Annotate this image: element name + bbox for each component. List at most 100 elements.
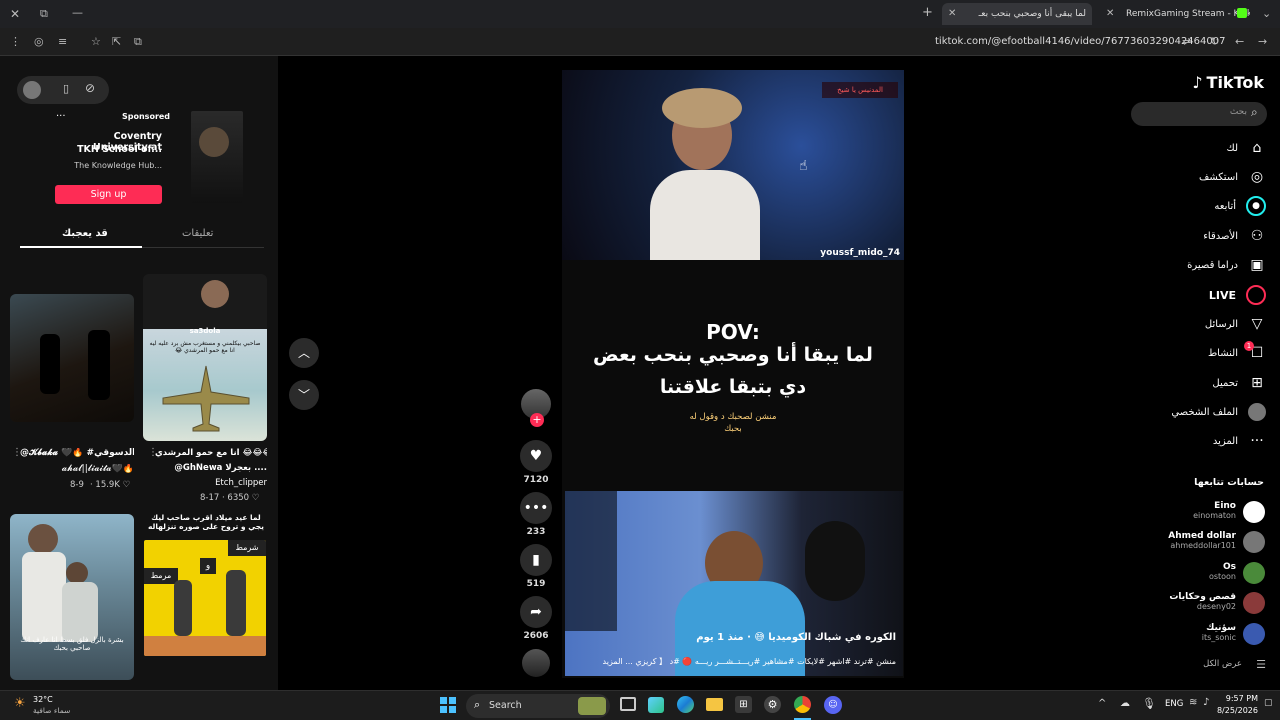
taskbar: ☀ 32°C سماء صافية ⌕ Search ⊞ ⚙ ☺ ^ ☁ 🎙 E… bbox=[0, 690, 1280, 720]
edge-icon[interactable] bbox=[677, 696, 694, 713]
account-eino[interactable]: Eino einomaton bbox=[1193, 501, 1236, 529]
forward-icon[interactable]: → bbox=[1258, 35, 1267, 49]
tab-kick[interactable]: ✕ RemixGaming Stream - Kick Da bbox=[1100, 3, 1250, 25]
search-input[interactable]: بحث bbox=[1217, 107, 1247, 117]
rec-thumb-3[interactable]: بشرة بالزل فلق بسط انا عارف انك صاحبي بح… bbox=[10, 514, 134, 680]
ad-menu-icon[interactable]: ··· bbox=[56, 111, 66, 122]
video-hashtags[interactable]: منشن #ترند #اشهر #لايكات #مشاهير #ريـــت… bbox=[570, 656, 896, 667]
previous-video-button[interactable]: ︿ bbox=[289, 338, 319, 368]
nav-activity[interactable]: النشاط ☐ 1 bbox=[1208, 341, 1266, 364]
clock-date[interactable]: 8/25/2026 bbox=[1208, 706, 1258, 715]
rec-thumb-1[interactable] bbox=[10, 294, 134, 422]
rec-title-2[interactable]: انا مع حمو المرشدي 😂😂😂 bbox=[155, 448, 267, 458]
rec-thumb-4[interactable]: شرمط مرمط و bbox=[144, 540, 266, 656]
tiktok-logo[interactable]: ♪ TikTok bbox=[1192, 71, 1264, 93]
nav-explore[interactable]: استكشف ◎ bbox=[1199, 166, 1266, 188]
rec-title-4[interactable]: لما عيد ميلاد اقرب صاحب ليك يجي و تروح ع… bbox=[145, 513, 267, 531]
rec-author-1[interactable]: 𝓪𝓱𝓪𝓵||𝓵𝓲𝓪𝓲𝓽𝓪🖤🔥 bbox=[20, 464, 134, 474]
settings-icon[interactable]: ◎ bbox=[34, 35, 44, 49]
nav-profile[interactable]: الملف الشخصي bbox=[1171, 401, 1266, 423]
widgets-icon[interactable] bbox=[648, 697, 664, 713]
clock-time[interactable]: 9:57 PM bbox=[1218, 694, 1258, 703]
next-video-button[interactable]: ﹀ bbox=[289, 380, 319, 410]
store-icon[interactable]: ⊞ bbox=[735, 696, 752, 713]
account-sonic[interactable]: سؤنيك its_sonic bbox=[1202, 623, 1236, 651]
nav-more[interactable]: المزيد ··· bbox=[1213, 430, 1266, 452]
avatar[interactable] bbox=[1243, 623, 1265, 645]
tab-comments[interactable]: تعليقات bbox=[182, 228, 213, 239]
tab-menu-icon[interactable]: ⌄ bbox=[1262, 7, 1271, 21]
discord-icon[interactable]: ☺ bbox=[824, 696, 842, 714]
avatar[interactable] bbox=[1243, 531, 1265, 553]
rec-thumb-2[interactable]: sa3dola صاحبي بيكلمني و مستغرب مش برد عل… bbox=[143, 274, 267, 441]
tiktok-note-icon: ♪ bbox=[1192, 72, 1203, 92]
ad-source: The Knowledge Hub... bbox=[74, 161, 162, 170]
notification-icon[interactable]: ▢ bbox=[1264, 698, 1273, 708]
nav-friends[interactable]: الأصدقاء ⚇ bbox=[1203, 225, 1266, 247]
tab-active[interactable]: ✕ لما يبقى أنا وصحبي بنحب بعـ bbox=[942, 3, 1092, 25]
avatar[interactable] bbox=[1243, 592, 1265, 614]
ad-signup-button[interactable]: Sign up bbox=[55, 185, 162, 204]
account-os[interactable]: Os ostoon bbox=[1209, 562, 1236, 590]
video-top-frame: المدنيس يا شيخ youssf_mido_74 bbox=[562, 70, 904, 260]
upload-icon: ⊞ bbox=[1251, 375, 1263, 391]
taskbar-search[interactable]: ⌕ Search bbox=[466, 694, 610, 718]
follow-plus-icon[interactable]: + bbox=[530, 413, 544, 427]
show-hidden-icons[interactable]: ^ bbox=[1098, 698, 1106, 709]
close-tab-icon[interactable]: ✕ bbox=[948, 3, 956, 25]
autoscroll-icon[interactable]: ⊘ bbox=[85, 81, 95, 95]
media-icon[interactable]: ≡ bbox=[58, 35, 67, 49]
tab-you-may-like[interactable]: قد يعجبك bbox=[62, 228, 108, 239]
search-icon[interactable]: ⌕ bbox=[1251, 105, 1258, 120]
close-window-icon[interactable]: ✕ bbox=[10, 7, 20, 21]
window-icon[interactable]: ⧉ bbox=[40, 7, 48, 21]
rec-author-2[interactable]: Etch_clipper bbox=[155, 478, 267, 488]
bookmark-star-icon[interactable]: ☆ bbox=[91, 35, 101, 49]
nav-for-you[interactable]: لك ⌂ bbox=[1227, 137, 1266, 159]
pip-icon[interactable]: ▯ bbox=[63, 82, 69, 95]
task-view-icon[interactable] bbox=[620, 697, 636, 711]
new-tab-icon[interactable]: + bbox=[922, 6, 933, 20]
nav-short-drama[interactable]: دراما قصيرة ▣ bbox=[1187, 254, 1266, 276]
avatar[interactable] bbox=[1243, 501, 1265, 523]
share-button[interactable]: ➦ 2606 bbox=[520, 596, 552, 641]
minimize-icon[interactable]: — bbox=[72, 6, 83, 20]
weather-icon[interactable]: ☀ bbox=[14, 696, 26, 711]
settings-gear-icon[interactable]: ⚙ bbox=[764, 696, 781, 713]
windows-start-icon[interactable] bbox=[440, 697, 456, 713]
like-button[interactable]: ♥ 7120 bbox=[520, 440, 552, 485]
reload-icon[interactable]: ↻ bbox=[1210, 35, 1219, 49]
close-tab-icon[interactable]: ✕ bbox=[1106, 3, 1114, 25]
streamer-name-top: youssf_mido_74 bbox=[820, 248, 900, 258]
wifi-icon[interactable]: ≋ bbox=[1189, 697, 1197, 708]
nav-live[interactable]: LIVE bbox=[1209, 284, 1266, 306]
nav-following[interactable]: أتابعه ● bbox=[1214, 195, 1266, 217]
network-tray-icon[interactable]: ☁ bbox=[1120, 698, 1130, 709]
back-icon[interactable]: ← bbox=[1235, 35, 1244, 49]
account-stories[interactable]: قصص وحكايات deseny02 bbox=[1169, 592, 1236, 620]
sponsored-label: Sponsored bbox=[122, 112, 171, 121]
ad-title-2: TKH School of... bbox=[77, 144, 162, 155]
rec-sub-2[interactable]: @GhNewa بعجرلا .... bbox=[155, 463, 267, 473]
chrome-icon[interactable] bbox=[794, 696, 811, 713]
show-all-link[interactable]: عرض الكل ☰ bbox=[1203, 653, 1270, 675]
share-icon[interactable]: ⇱ bbox=[112, 35, 121, 49]
nav-upload[interactable]: تحميل ⊞ bbox=[1212, 372, 1266, 394]
comment-count: 233 bbox=[526, 527, 546, 537]
site-info-icon[interactable]: ⇌ bbox=[1182, 35, 1191, 49]
comment-button[interactable]: ••• 233 bbox=[520, 492, 552, 537]
account-ahmed-dollar[interactable]: Ahmed dollar ahmeddollar101 bbox=[1168, 531, 1236, 559]
menu-icon[interactable]: ⋮ bbox=[10, 35, 21, 49]
save-button[interactable]: ▮ 519 bbox=[520, 544, 552, 589]
language-indicator[interactable]: ENG bbox=[1165, 699, 1183, 709]
nav-messages[interactable]: الرسائل ▽ bbox=[1205, 313, 1266, 335]
video-player[interactable]: المدنيس يا شيخ youssf_mido_74 POV: لما ي… bbox=[562, 70, 904, 678]
avatar[interactable] bbox=[1243, 562, 1265, 584]
search-box[interactable]: بحث ⌕ bbox=[1131, 102, 1267, 126]
extension-icon[interactable]: ⧉ bbox=[134, 35, 142, 49]
rec-title-1[interactable]: @𝓚𝓫𝓪𝓴𝓪 🖤🔥 #الاسطوره #رفاعي_الدسوقي... bbox=[20, 448, 134, 458]
microphone-icon[interactable]: 🎙 bbox=[1142, 697, 1156, 710]
file-explorer-icon[interactable] bbox=[706, 698, 723, 711]
avatar[interactable] bbox=[23, 81, 41, 99]
ad-thumbnail[interactable] bbox=[191, 111, 243, 203]
